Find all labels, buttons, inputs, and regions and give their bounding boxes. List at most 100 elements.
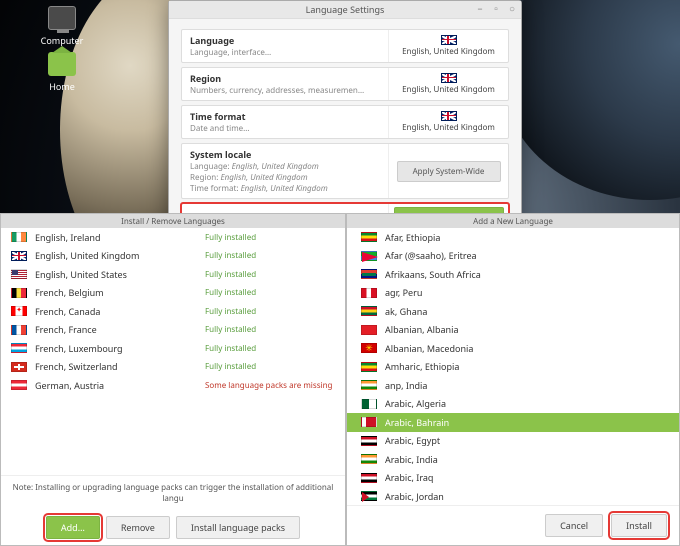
language-name: Albanian, Albania [385, 323, 665, 336]
available-language-row[interactable]: Arabic, India [347, 450, 679, 469]
be-flag-icon [11, 288, 27, 298]
available-language-row[interactable]: Arabic, Iraq [347, 469, 679, 488]
language-name: agr, Peru [385, 286, 665, 299]
language-name: French, Canada [35, 305, 197, 318]
installed-language-row[interactable]: French, BelgiumFully installed [1, 284, 345, 303]
fr-flag-icon [11, 325, 27, 335]
language-name: English, Ireland [35, 231, 197, 244]
available-language-row[interactable]: Arabic, Algeria [347, 395, 679, 414]
row-language-value-button[interactable]: English, United Kingdom [388, 30, 508, 62]
row-locale-sub3: Time format: English, United Kingdom [190, 183, 380, 194]
installed-language-row[interactable]: French, Switzerland Fully installed [1, 358, 345, 377]
install-language-packs-button[interactable]: Install language packs [176, 516, 300, 539]
window-titlebar[interactable]: Language Settings – ▫ ○ [169, 1, 521, 19]
close-icon[interactable]: ○ [507, 3, 517, 13]
language-status: Fully installed [205, 269, 335, 280]
available-language-row[interactable]: Arabic, Egypt [347, 432, 679, 451]
row-time-value: English, United Kingdom [402, 122, 495, 133]
language-name: Arabic, Egypt [385, 434, 665, 447]
row-time: Time format Date and time… English, Unit… [181, 105, 509, 139]
installed-language-row[interactable]: French, LuxembourgFully installed [1, 339, 345, 358]
available-language-row[interactable]: ak, Ghana [347, 302, 679, 321]
language-name: Arabic, Jordan [385, 490, 665, 503]
apply-system-wide-button[interactable]: Apply System-Wide [397, 161, 501, 182]
desktop-computer[interactable]: Computer [32, 6, 92, 47]
language-name: Arabic, Algeria [385, 397, 665, 410]
available-language-row[interactable]: Arabic, Bahrain [347, 413, 679, 432]
install-panel-footer: Add… Remove Install language packs [1, 510, 345, 545]
minimize-icon[interactable]: – [475, 3, 485, 13]
install-panel-title: Install / Remove Languages [1, 214, 345, 228]
installed-language-row[interactable]: English, United KingdomFully installed [1, 247, 345, 266]
in-flag-icon [361, 380, 377, 390]
installed-language-row[interactable]: French, France Fully installed [1, 321, 345, 340]
add-panel-title: Add a New Language [347, 214, 679, 228]
ca-flag-icon [11, 306, 27, 316]
language-name: French, France [35, 323, 197, 336]
row-locale-title: System locale [190, 148, 380, 161]
remove-language-button[interactable]: Remove [106, 516, 170, 539]
installed-language-row[interactable]: English, United StatesFully installed [1, 265, 345, 284]
language-status: Fully installed [205, 324, 335, 335]
uk-flag-icon [441, 111, 457, 121]
language-name: Amharic, Ethiopia [385, 360, 665, 373]
row-time-title: Time format [190, 110, 380, 123]
ie-flag-icon [11, 232, 27, 242]
available-language-row[interactable]: Afar (@saaho), Eritrea [347, 247, 679, 266]
add-language-button[interactable]: Add… [46, 516, 100, 539]
language-name: Arabic, India [385, 453, 665, 466]
install-remove-panel: Install / Remove Languages English, Irel… [0, 213, 346, 546]
available-language-row[interactable]: Albanian, Macedonia [347, 339, 679, 358]
us-flag-icon [11, 269, 27, 279]
et-flag-icon [361, 362, 377, 372]
eg-flag-icon [361, 436, 377, 446]
row-language: Language Language, interface… English, U… [181, 29, 509, 63]
available-languages-list[interactable]: Afar, Ethiopia Afar (@saaho), Eritrea Afri… [347, 228, 679, 505]
maximize-icon[interactable]: ▫ [491, 3, 501, 13]
available-language-row[interactable]: Amharic, Ethiopia [347, 358, 679, 377]
available-language-row[interactable]: Afrikaans, South Africa [347, 265, 679, 284]
language-status: Fully installed [205, 306, 335, 317]
dz-flag-icon [361, 399, 377, 409]
desktop-home[interactable]: Home [32, 52, 92, 93]
iq-flag-icon [361, 473, 377, 483]
available-language-row[interactable]: anp, India [347, 376, 679, 395]
language-name: Afar, Ethiopia [385, 231, 665, 244]
lu-flag-icon [11, 343, 27, 353]
available-language-row[interactable]: agr, Peru [347, 284, 679, 303]
installed-language-row[interactable]: German, AustriaSome language packs are m… [1, 376, 345, 395]
available-language-row[interactable]: Albanian, Albania [347, 321, 679, 340]
row-region-value-button[interactable]: English, United Kingdom [388, 68, 508, 100]
window-title: Language Settings [306, 3, 385, 16]
desktop-home-label: Home [49, 80, 75, 93]
row-language-title: Language [190, 34, 380, 47]
row-locale-sub1: Language: English, United Kingdom [190, 161, 380, 172]
language-status: Fully installed [205, 287, 335, 298]
install-button[interactable]: Install [611, 514, 667, 537]
language-name: Afar (@saaho), Eritrea [385, 249, 665, 262]
installed-languages-list[interactable]: English, IrelandFully installedEnglish, … [1, 228, 345, 475]
available-language-row[interactable]: Arabic, Jordan [347, 487, 679, 505]
gh-flag-icon [361, 306, 377, 316]
add-panel-footer: Cancel Install [347, 505, 679, 545]
row-region-value: English, United Kingdom [402, 84, 495, 95]
row-time-value-button[interactable]: English, United Kingdom [388, 106, 508, 138]
language-name: Afrikaans, South Africa [385, 268, 665, 281]
installed-language-row[interactable]: French, Canada Fully installed [1, 302, 345, 321]
language-status: Fully installed [205, 361, 335, 372]
uk-flag-icon [11, 251, 27, 261]
language-name: Arabic, Iraq [385, 471, 665, 484]
language-name: French, Switzerland [35, 360, 197, 373]
language-status: Fully installed [205, 343, 335, 354]
et-flag-icon [361, 232, 377, 242]
language-status: Fully installed [205, 250, 335, 261]
jo-flag-icon [361, 491, 377, 501]
installed-language-row[interactable]: English, IrelandFully installed [1, 228, 345, 247]
cancel-button[interactable]: Cancel [545, 514, 603, 537]
ch-flag-icon [11, 362, 27, 372]
at-flag-icon [11, 380, 27, 390]
language-name: Albanian, Macedonia [385, 342, 665, 355]
row-locale: System locale Language: English, United … [181, 143, 509, 199]
language-name: ak, Ghana [385, 305, 665, 318]
available-language-row[interactable]: Afar, Ethiopia [347, 228, 679, 247]
